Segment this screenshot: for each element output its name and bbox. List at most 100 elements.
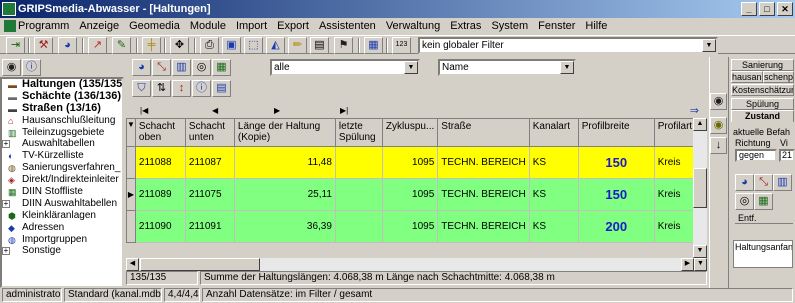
cell-zyklus[interactable]: 1095 xyxy=(381,146,439,179)
row-selector[interactable]: ▶ xyxy=(126,178,136,211)
menu-system[interactable]: System xyxy=(486,18,533,35)
chevron-down-icon[interactable]: ▼ xyxy=(560,61,574,74)
first-record-icon[interactable]: |◀ xyxy=(140,104,148,118)
grid-horizontal-scrollbar[interactable]: ◀ ▶ ▼ xyxy=(126,258,707,271)
tree-item[interactable]: ⬢ Kleinkläranlagen xyxy=(2,210,122,222)
cell-strasse[interactable]: TECHN. BEREICH xyxy=(437,210,530,243)
cell-laenge[interactable]: 11,48 xyxy=(233,146,336,179)
calendar-icon[interactable]: ▦ xyxy=(364,37,383,54)
cell-schacht_oben[interactable]: 211090 xyxy=(134,210,186,243)
sort-indicator-icon[interactable]: ▼ xyxy=(126,118,136,147)
jump-arrow-icon[interactable]: ⇒ xyxy=(690,104,699,118)
record-icon[interactable]: ◉ xyxy=(710,93,727,110)
export-icon[interactable]: ⬚ xyxy=(244,37,263,54)
cell-kanalart[interactable]: KS xyxy=(528,146,579,179)
scope-select[interactable]: alle ▼ xyxy=(270,59,420,76)
columns-icon[interactable]: ▥ xyxy=(172,59,191,76)
menu-hilfe[interactable]: Hilfe xyxy=(580,18,612,35)
cell-zyklus[interactable]: 1095 xyxy=(381,210,439,243)
tools-icon[interactable]: ⚒ xyxy=(34,37,53,54)
cell-kanalart[interactable]: KS xyxy=(528,210,579,243)
cell-schacht_unten[interactable]: 211091 xyxy=(184,210,235,243)
menu-assistenten[interactable]: Assistenten xyxy=(314,18,381,35)
tab-schenpunkte[interactable]: schenpunkte xyxy=(763,71,794,83)
tree-item[interactable]: ⌂ Hausanschlußleitung xyxy=(2,115,122,127)
menu-programm[interactable]: Programm xyxy=(0,18,74,35)
traffic-light-icon[interactable]: ⚑ xyxy=(334,37,353,54)
scroll-down-icon[interactable]: ▼ xyxy=(693,245,707,258)
record-alt-icon[interactable]: ◉ xyxy=(710,117,727,134)
cell-spuelung[interactable] xyxy=(334,146,383,179)
tree-item[interactable]: ◍ Sanierungsverfahren_ xyxy=(2,162,122,174)
cell-schacht_unten[interactable]: 211075 xyxy=(184,178,235,211)
binoculars-icon[interactable]: ◎ xyxy=(192,59,211,76)
columns-right-icon[interactable]: ▥ xyxy=(773,174,792,191)
sort-order-icon[interactable]: ↕ xyxy=(172,80,191,97)
cell-profilbreite[interactable]: 150 xyxy=(577,146,655,179)
col-schacht-oben[interactable]: Schacht oben xyxy=(134,118,186,147)
book-icon[interactable]: ▤ xyxy=(212,80,231,97)
cell-laenge[interactable]: 25,11 xyxy=(233,178,336,211)
col-kanalart[interactable]: Kanalart xyxy=(528,118,579,147)
cell-spuelung[interactable] xyxy=(334,178,383,211)
table-icon[interactable]: ▦ xyxy=(212,59,231,76)
binoculars-right-icon[interactable]: ◎ xyxy=(735,193,754,210)
menu-anzeige[interactable]: Anzeige xyxy=(74,18,124,35)
entf-slider[interactable] xyxy=(735,223,793,231)
table-row[interactable]: 211090 211091 36,39 1095 TECHN. BEREICH KS 200… xyxy=(126,210,706,243)
zoom-icon[interactable]: ⤡ xyxy=(152,59,171,76)
maximize-button[interactable]: □ xyxy=(759,2,775,16)
tab-kostenschaetzung[interactable]: Kostenschätzung xyxy=(731,84,794,96)
menu-geomedia[interactable]: Geomedia xyxy=(124,18,185,35)
last-record-icon[interactable]: ▶| xyxy=(340,104,348,118)
v-field[interactable]: 21 xyxy=(779,149,795,162)
table-row[interactable]: ▶ 211089 211075 25,11 1095 TECHN. BEREICH KS 15… xyxy=(126,178,706,211)
cell-laenge[interactable]: 36,39 xyxy=(233,210,336,243)
minimize-button[interactable]: _ xyxy=(741,2,757,16)
globe-small-icon[interactable]: ◕ xyxy=(132,59,151,76)
col-laenge[interactable]: Länge der Haltung (Kopie) xyxy=(233,118,336,147)
menu-extras[interactable]: Extras xyxy=(445,18,486,35)
global-filter-select[interactable]: kein globaler Filter ▼ xyxy=(418,37,718,54)
tab-zustand[interactable]: Zustand xyxy=(731,110,794,122)
sort-icon[interactable]: ⇅ xyxy=(152,80,171,97)
scroll-down-icon[interactable]: ▼ xyxy=(694,258,707,271)
row-selector[interactable] xyxy=(126,210,136,243)
tree-item[interactable]: + Auswahltabellen xyxy=(2,138,122,150)
prev-record-icon[interactable]: ◀ xyxy=(212,104,218,118)
table-row[interactable]: 211088 211087 11,48 1095 TECHN. BEREICH KS 150… xyxy=(126,146,706,179)
menu-fenster[interactable]: Fenster xyxy=(533,18,580,35)
expand-icon[interactable]: + xyxy=(2,199,10,208)
tree-item[interactable]: + DIIN Auswahltabellen xyxy=(2,198,122,210)
chevron-down-icon[interactable]: ▼ xyxy=(702,39,716,52)
tree-item[interactable]: ◆ Adressen xyxy=(2,222,122,234)
cell-strasse[interactable]: TECHN. BEREICH xyxy=(437,146,530,179)
menu-module[interactable]: Module xyxy=(185,18,231,35)
print-preview-icon[interactable]: ▣ xyxy=(222,37,241,54)
wand-icon[interactable]: ↗ xyxy=(88,37,107,54)
globe-right-icon[interactable]: ◕ xyxy=(735,174,754,191)
menu-import[interactable]: Import xyxy=(231,18,272,35)
globe-icon[interactable]: ◕ xyxy=(58,37,77,54)
cell-schacht_oben[interactable]: 211088 xyxy=(134,146,186,179)
cell-schacht_unten[interactable]: 211087 xyxy=(184,146,235,179)
cell-zyklus[interactable]: 1095 xyxy=(381,178,439,211)
zoom-right-icon[interactable]: ⤡ xyxy=(754,174,773,191)
info-icon[interactable]: ⓘ xyxy=(22,59,41,76)
menu-verwaltung[interactable]: Verwaltung xyxy=(381,18,445,35)
stop-icon[interactable]: ◉ xyxy=(2,59,21,76)
tree-item[interactable]: ▦ DIIN Stoffliste xyxy=(2,186,122,198)
tab-hausanschluesse[interactable]: hausanschlüsse xyxy=(731,71,763,83)
tree-item[interactable]: ▬ Straßen (13/16) xyxy=(2,102,122,115)
cell-profilbreite[interactable]: 200 xyxy=(577,210,655,243)
notepad-icon[interactable]: ▤ xyxy=(310,37,329,54)
section-icon[interactable]: ╪ xyxy=(142,37,161,54)
grid-vertical-scrollbar[interactable]: ▲ ▼ xyxy=(693,118,707,258)
info-circle-icon[interactable]: ⓘ xyxy=(192,80,211,97)
tab-sanierung[interactable]: Sanierung xyxy=(731,59,794,71)
scroll-thumb[interactable] xyxy=(693,168,707,208)
tree-item[interactable]: ◈ Direkt/Indirekteinleiter xyxy=(2,174,122,186)
arrow-down-icon[interactable]: ↓ xyxy=(710,137,727,154)
exit-door-icon[interactable]: ⇥ xyxy=(6,37,25,54)
expand-icon[interactable]: + xyxy=(2,247,10,256)
